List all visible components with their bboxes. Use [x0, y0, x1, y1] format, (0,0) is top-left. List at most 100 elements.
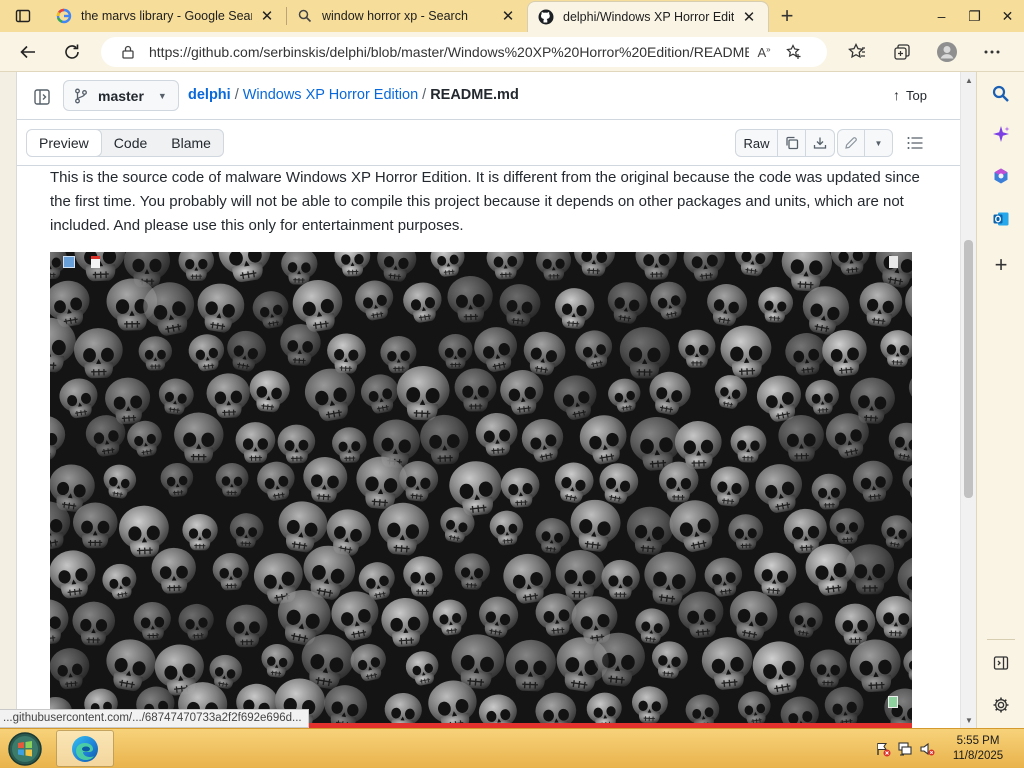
- clock-date: 11/8/2025: [952, 750, 1004, 762]
- address-bar-row: https://github.com/serbinskis/delphi/blo…: [0, 32, 1024, 72]
- outlook-icon: [993, 212, 1009, 226]
- document-icon: [90, 256, 100, 268]
- shortcut-desktop-icon[interactable]: [878, 256, 908, 270]
- tab-bing-search[interactable]: window horror xp - Search ✕: [287, 0, 527, 32]
- browser-tools: [834, 34, 1014, 70]
- settings-more-button[interactable]: [969, 34, 1014, 70]
- new-tab-button[interactable]: +: [769, 0, 805, 32]
- chevron-down-icon: ▼: [874, 138, 883, 148]
- back-arrow-icon: [20, 45, 35, 58]
- collections-icon: [893, 44, 910, 60]
- more-dots-icon: [984, 50, 999, 54]
- favorites-star-icon: [847, 43, 865, 59]
- sidebar-search-button[interactable]: [977, 74, 1024, 114]
- url-bar[interactable]: https://github.com/serbinskis/delphi/blo…: [101, 37, 827, 67]
- search-icon: [297, 8, 313, 24]
- top-link[interactable]: ↑ Top: [893, 87, 927, 103]
- tab-preview[interactable]: Preview: [26, 130, 102, 156]
- raw-button[interactable]: Raw: [736, 130, 778, 156]
- scrollbar-thumb[interactable]: [964, 240, 973, 498]
- breadcrumb-file-name: README.md: [430, 87, 519, 103]
- computer-icon: [63, 256, 75, 268]
- clock-time: 5:55 PM: [956, 735, 1000, 747]
- scroll-up-arrow-icon[interactable]: ▲: [961, 72, 977, 88]
- sidebar-settings-button[interactable]: [977, 685, 1024, 725]
- profile-button[interactable]: [924, 34, 969, 70]
- sidebar-m365-button[interactable]: [977, 156, 1024, 196]
- taskbar-clock[interactable]: 5:55 PM 11/8/2025: [945, 734, 1011, 764]
- edit-dropdown-button[interactable]: ▼: [865, 130, 892, 156]
- sidebar-expand-icon: [34, 89, 50, 105]
- copy-raw-button[interactable]: [778, 130, 806, 156]
- start-button[interactable]: [6, 731, 44, 767]
- restore-button[interactable]: ❐: [958, 0, 991, 32]
- file-icon: [888, 256, 898, 268]
- file-tree-toggle[interactable]: [29, 84, 55, 110]
- window-controls: – ❐ ✕: [925, 0, 1024, 32]
- minimize-button[interactable]: –: [925, 0, 958, 32]
- list-outline-icon: [907, 137, 923, 149]
- sidebar-hide-button[interactable]: [977, 643, 1024, 683]
- url-text[interactable]: https://github.com/serbinskis/delphi/blo…: [149, 44, 749, 60]
- tray-action-center-icon[interactable]: [872, 739, 894, 759]
- lock-icon[interactable]: [113, 45, 143, 59]
- arrow-up-icon: ↑: [893, 87, 901, 103]
- chevron-down-icon: ▼: [157, 90, 167, 101]
- sidebar-outlook-button[interactable]: [977, 199, 1024, 239]
- scroll-down-arrow-icon[interactable]: ▼: [961, 712, 977, 728]
- system-tray: [872, 739, 938, 759]
- m365-icon: [994, 168, 1008, 184]
- collections-button[interactable]: [879, 34, 924, 70]
- google-icon: [56, 8, 72, 24]
- branch-name: master: [98, 87, 144, 104]
- tray-network-icon[interactable]: [894, 739, 916, 759]
- copilot-sparkle-icon: [993, 126, 1010, 142]
- tab-blame[interactable]: Blame: [159, 130, 223, 156]
- close-tab-icon[interactable]: ✕: [499, 7, 517, 25]
- copy-icon: [785, 136, 798, 150]
- read-aloud-icon[interactable]: A»: [749, 45, 779, 60]
- recycle-bin-icon: [888, 696, 898, 708]
- link-status-bubble: ...githubusercontent.com/.../68747470733…: [0, 709, 309, 728]
- breadcrumb-repo-link[interactable]: delphi: [188, 87, 231, 103]
- pencil-icon: [845, 137, 857, 149]
- edit-file-button[interactable]: [838, 130, 865, 156]
- tab-actions-button[interactable]: [0, 0, 46, 32]
- edge-icon: [72, 735, 98, 762]
- tab-strip: the marvs library - Google Search ✕ wind…: [0, 0, 1024, 32]
- tray-volume-icon[interactable]: [916, 739, 938, 759]
- skull-pattern-graphic: [50, 252, 912, 728]
- close-tab-icon[interactable]: ✕: [740, 8, 758, 26]
- breadcrumb-folder-link[interactable]: Windows XP Horror Edition: [243, 87, 418, 103]
- page-scrollbar[interactable]: ▲ ▼: [960, 72, 976, 728]
- top-label: Top: [906, 87, 927, 103]
- file-toolbar: Preview Code Blame Raw ▼: [17, 120, 960, 166]
- document-desktop-icon[interactable]: [80, 256, 110, 270]
- tab-code[interactable]: Code: [102, 130, 159, 156]
- back-button[interactable]: [10, 34, 46, 70]
- sidebar-copilot-button[interactable]: [977, 114, 1024, 154]
- recycle-bin-desktop-icon[interactable]: [878, 696, 908, 710]
- favorites-button[interactable]: [834, 34, 879, 70]
- sidebar-add-button[interactable]: +: [977, 245, 1024, 285]
- readme-paragraph: This is the source code of malware Windo…: [50, 169, 920, 234]
- branch-selector[interactable]: master ▼: [63, 80, 179, 111]
- close-tab-icon[interactable]: ✕: [258, 7, 276, 25]
- tab-google-search[interactable]: the marvs library - Google Search ✕: [46, 0, 286, 32]
- tab-title: delphi/Windows XP Horror Edition: [563, 10, 734, 24]
- download-raw-button[interactable]: [806, 130, 834, 156]
- hide-sidebar-icon: [993, 656, 1009, 670]
- tab-github-readme[interactable]: delphi/Windows XP Horror Edition ✕: [527, 1, 769, 32]
- skulls-desktop-image[interactable]: [50, 252, 912, 728]
- view-switcher: Preview Code Blame: [26, 129, 224, 157]
- edit-actions: ▼: [837, 129, 893, 157]
- download-icon: [813, 137, 827, 149]
- add-favorite-icon[interactable]: [779, 44, 809, 60]
- taskbar-edge-button[interactable]: [56, 730, 114, 767]
- search-icon: [992, 85, 1009, 102]
- github-icon: [538, 9, 554, 25]
- close-window-button[interactable]: ✕: [991, 0, 1024, 32]
- refresh-button[interactable]: [54, 34, 90, 70]
- refresh-icon: [65, 44, 79, 59]
- outline-button[interactable]: [901, 129, 929, 157]
